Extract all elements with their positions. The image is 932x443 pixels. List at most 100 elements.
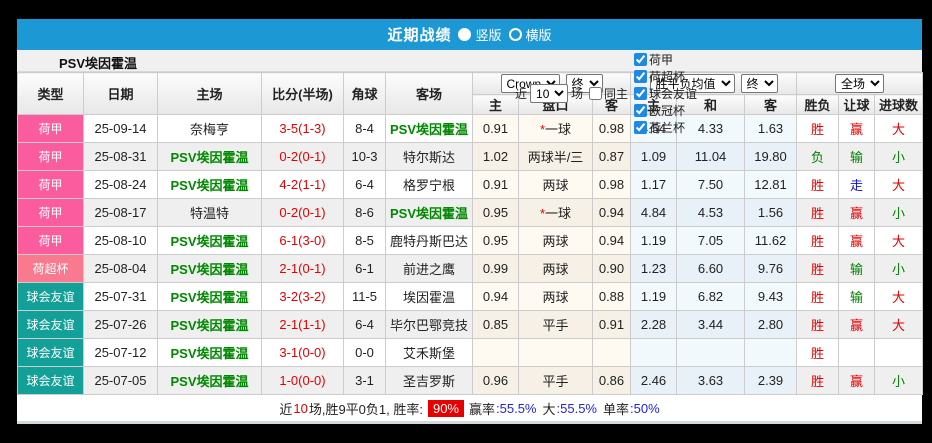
cell-avg-draw: 7.05	[676, 226, 746, 255]
cell-home-team[interactable]: 奈梅亨	[157, 114, 262, 143]
cell-handicap: 两球	[518, 226, 593, 255]
league-filters: 荷甲 荷超杯 球会友谊 欧冠杯 荷兰杯	[631, 51, 697, 136]
radio-vertical-label[interactable]: 竖版	[475, 25, 501, 44]
cell-score: 3-2(3-2)	[261, 282, 344, 311]
cell-league: 球会友谊	[17, 366, 84, 395]
cell-avg-away: 2.39	[744, 366, 798, 395]
cell-avg-home: 4.84	[630, 198, 678, 227]
cell-handicap-result: 输	[838, 282, 876, 311]
single-label: 单率	[603, 401, 630, 417]
cell-goals	[874, 338, 924, 367]
cell-score: 6-1(3-0)	[261, 226, 344, 255]
league-filter-荷甲[interactable]: 荷甲	[631, 51, 697, 68]
cell-home-team[interactable]: PSV埃因霍温	[157, 366, 262, 395]
cell-away-team[interactable]: 艾禾斯堡	[385, 338, 473, 367]
big-label: 大	[542, 401, 556, 417]
cell-avg-draw: 3.63	[676, 366, 746, 395]
cell-home-team[interactable]: PSV埃因霍温	[157, 142, 262, 171]
col-header-home: 主场	[157, 72, 262, 115]
league-filter-荷兰杯[interactable]: 荷兰杯	[631, 119, 697, 136]
results-window: 近期战绩 竖版 横版 PSV埃因霍温 近 10 场 同主 荷甲 荷超杯 球会友谊 欧冠…	[17, 19, 924, 424]
cell-handicap: 平手	[518, 366, 593, 395]
scope-select[interactable]: 全场	[835, 74, 885, 93]
cell-away-team[interactable]: 格罗宁根	[385, 170, 473, 199]
cell-date: 25-07-26	[83, 310, 158, 339]
cell-handicap: *一球	[518, 198, 593, 227]
cell-handicap: 平手	[518, 310, 593, 339]
col-header-score: 比分(半场)	[261, 72, 344, 115]
cell-away-team[interactable]: 前进之鹰	[385, 254, 473, 283]
cell-odds-away: 0.87	[591, 142, 632, 171]
radio-selected-icon[interactable]	[458, 28, 472, 41]
cell-away-team[interactable]: 鹿特丹斯巴达	[385, 226, 473, 255]
cell-home-team[interactable]: PSV埃因霍温	[157, 338, 262, 367]
league-filter-checkbox[interactable]	[634, 87, 648, 100]
cell-avg-home: 2.46	[630, 366, 678, 395]
cell-odds-home	[472, 338, 519, 367]
cell-avg-draw: 4.53	[676, 198, 746, 227]
cell-away-team[interactable]: PSV埃因霍温	[385, 198, 473, 227]
cell-date: 25-08-10	[83, 226, 158, 255]
final-odds-select-2[interactable]: 终	[740, 74, 778, 93]
cell-goals: 大	[874, 170, 924, 199]
cell-away-team[interactable]: 毕尔巴鄂竞技	[385, 310, 473, 339]
cell-home-team[interactable]: PSV埃因霍温	[157, 254, 262, 283]
cell-home-team[interactable]: PSV埃因霍温	[157, 282, 262, 311]
layout-radio-vertical[interactable]: 竖版	[458, 25, 502, 44]
results-table: 类型 日期 主场 比分(半场) 角球 客场 Crown 终 胜平负均值 终 全场…	[17, 72, 924, 395]
cell-corners: 3-1	[343, 366, 386, 395]
radio-unselected-icon[interactable]	[508, 28, 522, 41]
league-filter-checkbox[interactable]	[634, 104, 648, 117]
league-filter-checkbox[interactable]	[634, 53, 648, 66]
cell-league: 荷甲	[17, 142, 84, 171]
cell-date: 25-08-24	[83, 170, 158, 199]
cell-odds-home: 0.91	[472, 170, 519, 199]
cell-avg-home: 1.19	[630, 282, 678, 311]
cell-home-team[interactable]: PSV埃因霍温	[157, 170, 262, 199]
cell-handicap-result: 输	[838, 254, 876, 283]
cell-avg-away: 12.81	[744, 170, 798, 199]
cell-away-team[interactable]: 特尔斯达	[385, 142, 473, 171]
same-home-checkbox[interactable]	[589, 87, 603, 100]
cell-result: 胜	[796, 310, 840, 339]
cell-away-team[interactable]: 圣吉罗斯	[385, 366, 473, 395]
footer-count: 10	[293, 400, 308, 416]
same-home-filter[interactable]: 同主	[586, 85, 628, 102]
cell-handicap-result: 赢	[838, 310, 876, 339]
cell-avg-draw	[676, 338, 746, 367]
league-filter-checkbox[interactable]	[634, 70, 648, 83]
cell-home-team[interactable]: 特温特	[157, 198, 262, 227]
win-label: 赢率	[469, 401, 496, 417]
cell-corners: 8-4	[343, 114, 386, 143]
cell-avg-home: 1.17	[630, 170, 678, 199]
cell-handicap: 两球	[518, 282, 593, 311]
cell-corners: 6-4	[343, 310, 386, 339]
scope-group-header: 全场	[796, 72, 924, 95]
cell-away-team[interactable]: PSV埃因霍温	[385, 114, 473, 143]
cell-away-team[interactable]: 埃因霍温	[385, 282, 473, 311]
league-filter-荷超杯[interactable]: 荷超杯	[631, 68, 697, 85]
cell-date: 25-08-31	[83, 142, 158, 171]
cell-handicap: 两球	[518, 254, 593, 283]
league-filter-欧冠杯[interactable]: 欧冠杯	[631, 102, 697, 119]
league-filter-checkbox[interactable]	[634, 121, 648, 134]
league-filter-球会友谊[interactable]: 球会友谊	[631, 85, 697, 102]
cell-result: 胜	[796, 170, 840, 199]
same-home-label: 同主	[604, 87, 629, 101]
cell-home-team[interactable]: PSV埃因霍温	[157, 310, 262, 339]
cell-home-team[interactable]: PSV埃因霍温	[157, 226, 262, 255]
cell-avg-home: 1.23	[630, 254, 678, 283]
cell-odds-home: 0.91	[472, 114, 519, 143]
filter-bar: PSV埃因霍温 近 10 场 同主 荷甲 荷超杯 球会友谊 欧冠杯 荷兰杯	[17, 50, 922, 135]
cell-odds-home: 1.02	[472, 142, 519, 171]
radio-horizontal-label[interactable]: 横版	[526, 25, 552, 44]
cell-date: 25-07-12	[83, 338, 158, 367]
recent-count-select[interactable]: 10	[530, 84, 569, 103]
layout-radio-horizontal[interactable]: 横版	[508, 25, 552, 44]
cell-avg-home: 1.19	[630, 226, 678, 255]
cell-avg-draw: 7.50	[676, 170, 746, 199]
cell-avg-away: 1.56	[744, 198, 798, 227]
table-row: 荷甲 25-08-10 PSV埃因霍温 6-1(3-0) 8-5 鹿特丹斯巴达 …	[17, 226, 924, 255]
cell-corners: 0-0	[343, 338, 386, 367]
table-row: 荷甲 25-09-14 奈梅亨 3-5(1-3) 8-4 PSV埃因霍温 0.9…	[17, 114, 924, 143]
